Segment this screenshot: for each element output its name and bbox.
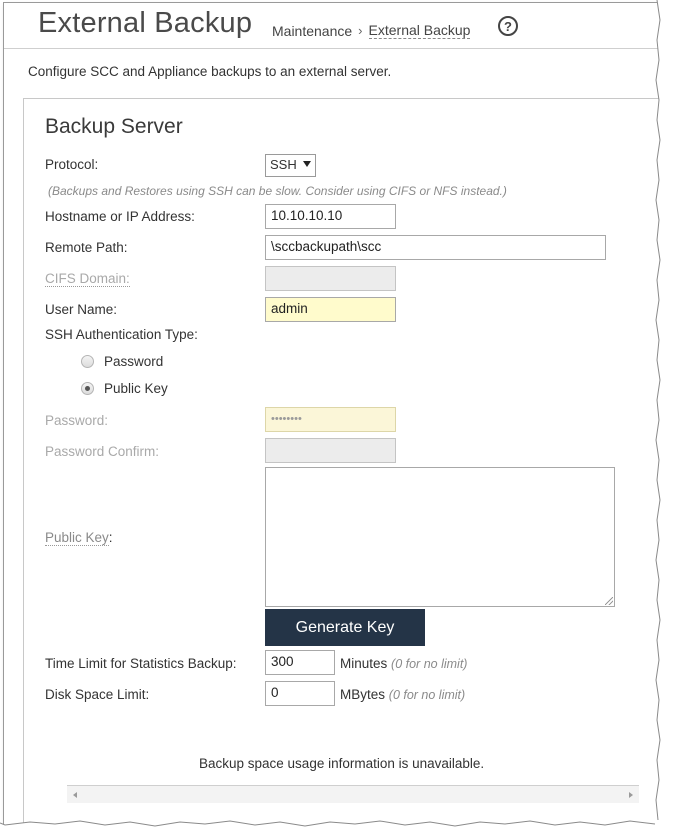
cifs-domain-label: CIFS Domain: — [45, 271, 130, 287]
disk-space-limit-label: Disk Space Limit: — [45, 687, 150, 702]
disk-no-limit-note: (0 for no limit) — [388, 688, 466, 702]
remote-path-label: Remote Path: — [45, 240, 128, 255]
page-header: External Backup Maintenance › External B… — [4, 3, 661, 49]
public-key-textarea[interactable] — [265, 467, 615, 607]
torn-edge-right — [655, 0, 674, 833]
radio-public-key-button[interactable] — [81, 382, 94, 395]
ssh-hint: (Backups and Restores using SSH can be s… — [48, 184, 507, 198]
user-name-label: User Name: — [45, 302, 118, 317]
cifs-domain-label-text: CIFS Domain: — [45, 271, 130, 287]
public-key-label-suffix: : — [108, 530, 113, 545]
ssh-auth-type-label: SSH Authentication Type: — [45, 327, 198, 342]
password-input[interactable]: •••••••• — [265, 407, 396, 432]
radio-password-label: Password — [104, 354, 164, 369]
breadcrumb-maintenance[interactable]: Maintenance — [272, 23, 352, 39]
hostname-input[interactable]: 10.10.10.10 — [265, 204, 396, 229]
screenshot-frame: External Backup Maintenance › External B… — [3, 2, 661, 826]
stats-no-limit-note: (0 for no limit) — [391, 657, 468, 671]
scroll-left-icon[interactable] — [73, 792, 77, 798]
horizontal-scrollbar[interactable] — [67, 785, 639, 803]
radio-public-key[interactable]: Public Key — [81, 381, 168, 396]
cifs-domain-input[interactable] — [265, 266, 396, 291]
page-description: Configure SCC and Appliance backups to a… — [28, 64, 392, 79]
generate-key-button[interactable]: Generate Key — [265, 609, 425, 646]
resize-grip-icon[interactable] — [605, 597, 613, 605]
backup-server-heading: Backup Server — [45, 115, 183, 138]
hostname-label: Hostname or IP Address: — [45, 209, 195, 224]
breadcrumb-separator: › — [358, 23, 363, 38]
breadcrumb-external-backup: External Backup — [368, 22, 471, 39]
stats-time-limit-label: Time Limit for Statistics Backup: — [45, 656, 237, 671]
remote-path-input[interactable]: \sccbackupath\scc — [265, 235, 606, 260]
radio-password[interactable]: Password — [81, 354, 163, 369]
password-confirm-input[interactable] — [265, 438, 396, 463]
question-circle-icon[interactable]: ? — [498, 16, 518, 36]
minutes-unit: Minutes — [340, 656, 388, 671]
backup-server-panel: Backup Server Protocol: SSH (Backups and… — [23, 98, 661, 826]
mbytes-unit: MBytes — [340, 687, 386, 702]
radio-password-button[interactable] — [81, 355, 94, 368]
backup-usage-message: Backup space usage information is unavai… — [199, 756, 485, 771]
protocol-label: Protocol: — [45, 157, 99, 172]
protocol-value: SSH — [270, 157, 297, 172]
radio-public-key-label: Public Key — [104, 381, 168, 396]
torn-edge-bottom — [0, 820, 674, 833]
public-key-label: Public Key: — [45, 530, 113, 546]
public-key-link[interactable]: Public Key — [45, 530, 109, 546]
stats-time-limit-input[interactable]: 300 — [265, 650, 335, 675]
chevron-down-icon — [303, 161, 311, 167]
protocol-select[interactable]: SSH — [265, 154, 316, 177]
password-label: Password: — [45, 413, 109, 428]
page-title: External Backup — [38, 7, 253, 39]
stats-time-limit-unit: Minutes (0 for no limit) — [340, 656, 467, 671]
disk-space-limit-unit: MBytes (0 for no limit) — [340, 687, 465, 702]
password-confirm-label: Password Confirm: — [45, 444, 160, 459]
disk-space-limit-input[interactable]: 0 — [265, 681, 335, 706]
breadcrumb: Maintenance › External Backup — [272, 22, 471, 39]
user-name-input[interactable]: admin — [265, 297, 396, 322]
scroll-right-icon[interactable] — [629, 792, 633, 798]
